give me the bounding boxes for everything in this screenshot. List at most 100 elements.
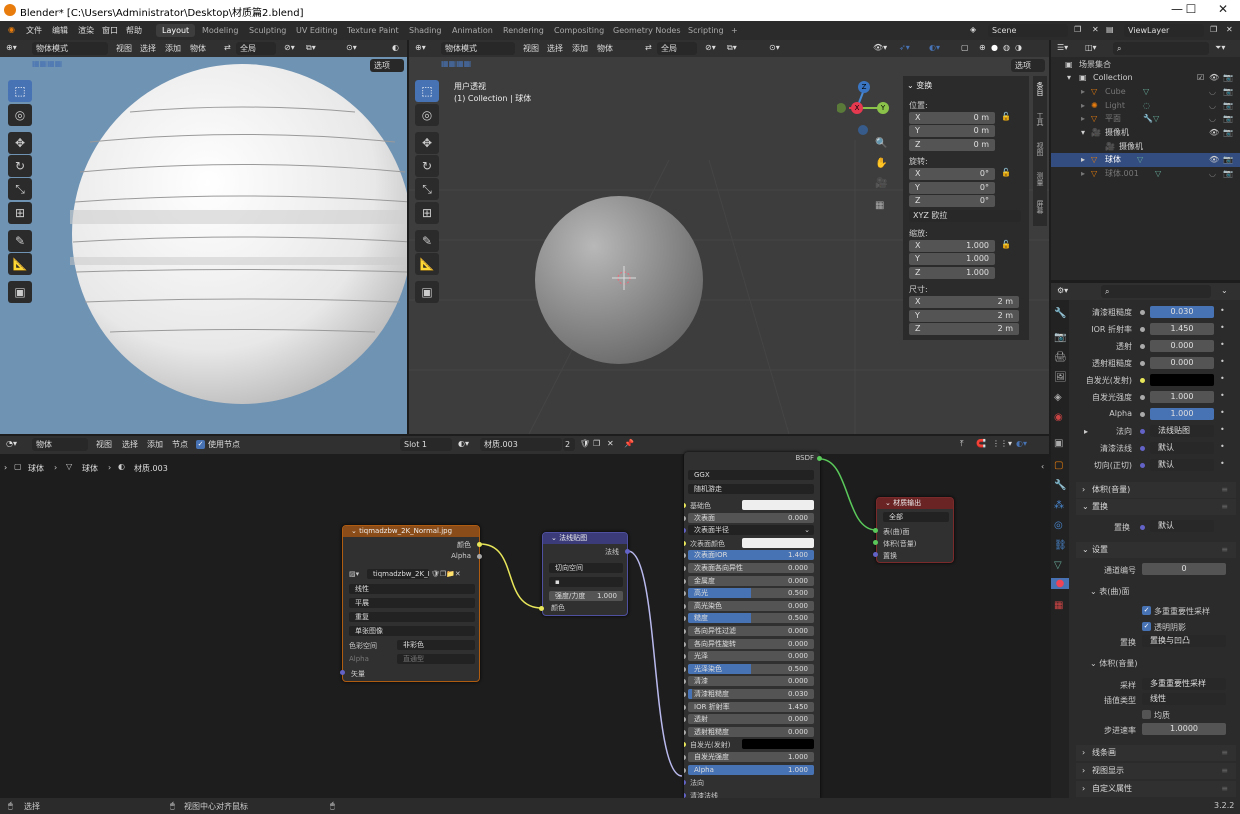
interpolation-dropdown[interactable]: 线性 xyxy=(1142,693,1226,705)
menu-file[interactable]: 文件 xyxy=(26,25,42,36)
pass-index-field[interactable]: 0 xyxy=(1142,563,1226,575)
prop-socket-icon[interactable] xyxy=(1140,446,1145,451)
custom-props-panel[interactable]: › 自定义属性 ≡ xyxy=(1076,781,1236,797)
normal-output-socket[interactable] xyxy=(625,549,630,554)
bsdf-value-field[interactable]: 次表面IOR 1.400 xyxy=(688,550,814,561)
rotation-x-field[interactable]: X 0° xyxy=(909,168,995,180)
transparent-shadow-checkbox[interactable]: ✓ xyxy=(1142,622,1151,631)
bsdf-value-field[interactable]: 透射粗糙度 0.000 xyxy=(688,726,814,737)
tab-item[interactable]: 条目 xyxy=(1035,82,1045,96)
delete-scene-icon[interactable]: ✕ xyxy=(1092,25,1099,34)
bsdf-input-socket[interactable] xyxy=(684,540,686,546)
select-tool-icon[interactable]: ⬚ xyxy=(415,80,439,102)
bsdf-input-socket[interactable] xyxy=(684,679,686,685)
measure-tool-icon[interactable]: 📐 xyxy=(415,253,439,275)
camera-icon[interactable]: 📷 xyxy=(1223,71,1233,85)
source-dropdown[interactable]: 单张图像 xyxy=(349,626,475,636)
transform-orient-icon[interactable]: ⇄ xyxy=(224,43,231,52)
cursor-tool-icon[interactable]: ◎ xyxy=(415,104,439,126)
image-texture-node[interactable]: ⌄ tiqmadzbw_2K_Normal.jpg 颜色 Alpha ▨▾ ti… xyxy=(342,525,480,682)
world-tab-icon[interactable]: ◉ xyxy=(1054,412,1063,423)
lock-icon[interactable]: 🔓 xyxy=(1001,240,1011,249)
prop-socket-icon[interactable] xyxy=(1140,395,1145,400)
color-swatch[interactable] xyxy=(742,537,814,548)
bsdf-input-socket[interactable] xyxy=(684,641,686,647)
principled-bsdf-node[interactable]: BSDF GGX 随机游走 基础色 次表面 0.000 次表面半径 ⌄ 次表面颜色 次表面I… xyxy=(684,452,820,798)
settings-panel[interactable]: ⌄ 设置 ≡ xyxy=(1076,542,1236,558)
tab-layout[interactable]: Layout xyxy=(156,24,196,37)
bsdf-input-socket[interactable] xyxy=(684,717,686,723)
gizmo-y[interactable]: Y xyxy=(877,102,889,114)
camera-icon[interactable]: 📷 xyxy=(1223,99,1233,113)
outliner-item-selected[interactable]: ▸ ▽ 球体 ▽ 👁 📷 xyxy=(1051,153,1240,167)
bsdf-value-field[interactable]: 各向异性过滤 0.000 xyxy=(688,626,814,636)
prop-socket-icon[interactable] xyxy=(1140,429,1145,434)
bsdf-input-socket[interactable] xyxy=(684,528,686,534)
scale-z-field[interactable]: Z 1.000 xyxy=(909,267,995,279)
homogeneous-checkbox[interactable] xyxy=(1142,710,1151,719)
menu-window[interactable]: 窗口 xyxy=(102,25,118,36)
bsdf-input-socket[interactable] xyxy=(684,566,686,571)
transform-header[interactable]: ⌄ 变换 xyxy=(907,80,932,91)
animate-dot-icon[interactable]: • xyxy=(1220,408,1225,417)
transform-tool-icon[interactable]: ⊞ xyxy=(8,202,32,224)
bsdf-input-socket[interactable] xyxy=(684,755,686,760)
prop-socket-icon[interactable] xyxy=(1140,327,1145,332)
dimension-z-field[interactable]: Z2 m xyxy=(909,323,1019,335)
animate-dot-icon[interactable]: • xyxy=(1220,442,1225,451)
tab-rendering[interactable]: Rendering xyxy=(497,24,550,37)
bsdf-input-socket[interactable] xyxy=(684,704,686,710)
blender-menu-icon[interactable]: ◉ xyxy=(8,25,15,34)
bsdf-input-socket[interactable] xyxy=(684,553,686,559)
scale-tool-icon[interactable]: ⤡ xyxy=(8,178,32,200)
menu-object[interactable]: 物体 xyxy=(190,43,206,54)
extension-dropdown[interactable]: 重复 xyxy=(349,612,475,622)
bsdf-value-field[interactable]: 清漆 0.000 xyxy=(688,676,814,687)
location-z-field[interactable]: Z0 m xyxy=(909,139,995,151)
bsdf-input-socket[interactable] xyxy=(684,578,686,584)
scale-tool-icon[interactable]: ⤡ xyxy=(415,178,439,200)
surface-input-socket[interactable] xyxy=(873,528,878,533)
prop-socket-icon[interactable] xyxy=(1140,412,1145,417)
tab-screen[interactable]: 屏幕 xyxy=(1035,200,1045,214)
options-chevron-icon[interactable]: ⌄ xyxy=(1221,286,1228,295)
dimension-y-field[interactable]: Y2 m xyxy=(909,310,1019,322)
image-preview-icon[interactable]: ▨▾ xyxy=(349,570,359,578)
bsdf-dropdown[interactable]: 次表面半径 ⌄ xyxy=(688,525,814,536)
image-browse-icons[interactable]: 🛡❐📁✕ xyxy=(431,570,461,578)
viewport-right[interactable]: ⊕▾ 物体模式 视图 选择 添加 物体 ⇄ 全局 ⊘▾ ⧉▾ ⊙▾ 👁▾ ➶▾ … xyxy=(409,40,1049,434)
interpolation-dropdown[interactable]: 线性 xyxy=(349,584,475,594)
camera-view-icon[interactable]: 🎥 xyxy=(875,178,887,189)
bsdf-input-socket[interactable] xyxy=(684,591,686,597)
filter-icon[interactable]: ⏷▾ xyxy=(1215,43,1225,53)
bsdf-value-field[interactable]: Alpha 1.000 xyxy=(688,764,814,775)
eye-icon[interactable]: ◡ xyxy=(1209,112,1216,126)
disp-method-dropdown[interactable]: 置换与凹凸 xyxy=(1142,635,1226,647)
animate-dot-icon[interactable]: • xyxy=(1220,357,1225,366)
menu-add[interactable]: 添加 xyxy=(165,43,181,54)
step-rate-field[interactable]: 1.0000 xyxy=(1142,723,1226,735)
bsdf-value-field[interactable]: 高光染色 0.000 xyxy=(688,600,814,611)
bsdf-value-field[interactable]: 各向异性旋转 0.000 xyxy=(688,638,814,649)
outliner-item[interactable]: ▸ ▽ 平面 🔧▽ ◡ 📷 xyxy=(1051,112,1240,126)
scale-y-field[interactable]: Y 1.000 xyxy=(909,253,995,265)
space-dropdown[interactable]: 切向空间 xyxy=(549,563,623,573)
tab-shading[interactable]: Shading xyxy=(403,24,448,37)
tab-geometry-nodes[interactable]: Geometry Nodes xyxy=(607,24,686,37)
strength-field[interactable]: 强度/力度 1.000 xyxy=(549,591,623,601)
image-name-field[interactable]: tiqmadzbw_2K_N... xyxy=(367,569,429,579)
pan-icon[interactable]: ✋ xyxy=(875,158,887,169)
bsdf-value-field[interactable]: 高光 0.500 xyxy=(688,588,814,599)
close-button[interactable]: ✕ xyxy=(1208,2,1238,18)
select-mode-icons[interactable]: ▦▦▦▦ xyxy=(32,59,62,68)
tab-measure[interactable]: 测量 xyxy=(1035,172,1045,186)
bsdf-input-socket[interactable] xyxy=(684,666,686,672)
eye-icon[interactable]: ◡ xyxy=(1209,85,1216,99)
animate-dot-icon[interactable]: • xyxy=(1220,391,1225,400)
prop-socket-icon[interactable] xyxy=(1140,463,1145,468)
gizmo-z[interactable]: Z xyxy=(858,81,870,93)
constraints-tab-icon[interactable]: ⛓ xyxy=(1054,540,1067,551)
prop-value-field[interactable]: 1.450 xyxy=(1150,323,1214,335)
bsdf-input-socket[interactable] xyxy=(684,729,686,735)
projection-dropdown[interactable]: 平展 xyxy=(349,598,475,608)
